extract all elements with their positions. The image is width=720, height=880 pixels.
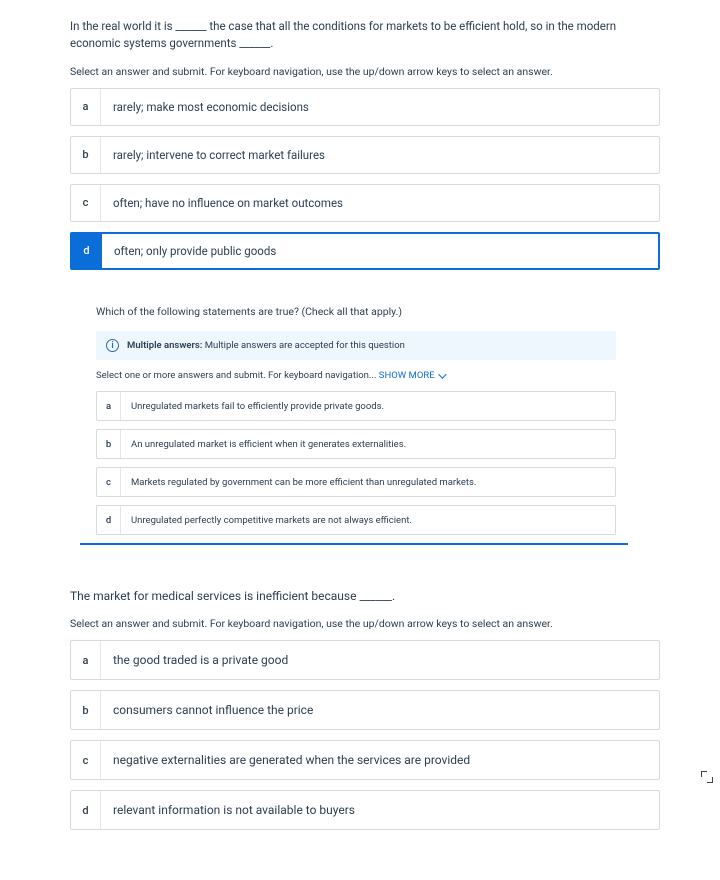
banner-rest: Multiple answers are accepted for this q… (202, 340, 405, 351)
option-a[interactable]: a Unregulated markets fail to efficientl… (96, 391, 616, 421)
option-d[interactable]: d Unregulated perfectly competitive mark… (96, 505, 616, 535)
option-d[interactable]: d often; only provide public goods (70, 232, 660, 270)
option-letter: a (71, 641, 101, 679)
expand-button[interactable] (698, 768, 716, 786)
question-instructions: Select an answer and submit. For keyboar… (70, 617, 660, 630)
question-prompt: In the real world it is ______ the case … (70, 18, 660, 53)
option-text: the good traded is a private good (101, 641, 659, 679)
option-text: often; only provide public goods (102, 234, 658, 268)
option-c[interactable]: c often; have no influence on market out… (70, 184, 660, 222)
question-2: Which of the following statements are tr… (96, 304, 616, 546)
section-divider (80, 543, 628, 545)
option-text: negative externalities are generated whe… (101, 741, 659, 779)
option-b[interactable]: b consumers cannot influence the price (70, 690, 660, 730)
question-prompt: Which of the following statements are tr… (96, 304, 616, 320)
banner-strong: Multiple answers: (127, 340, 202, 351)
option-text: rarely; intervene to correct market fail… (101, 137, 659, 173)
option-c[interactable]: c Markets regulated by government can be… (96, 467, 616, 497)
option-a[interactable]: a rarely; make most economic decisions (70, 88, 660, 126)
expand-icon (702, 772, 712, 782)
option-c[interactable]: c negative externalities are generated w… (70, 740, 660, 780)
option-letter: c (97, 468, 121, 496)
option-letter: a (71, 89, 101, 125)
option-text: Markets regulated by government can be m… (121, 468, 615, 496)
multiple-answers-banner: i Multiple answers: Multiple answers are… (96, 331, 616, 360)
option-text: Unregulated perfectly competitive market… (121, 506, 615, 534)
option-letter: a (97, 392, 121, 420)
option-text: often; have no influence on market outco… (101, 185, 659, 221)
option-d[interactable]: d relevant information is not available … (70, 790, 660, 830)
question-instructions: Select an answer and submit. For keyboar… (70, 65, 660, 78)
option-b[interactable]: b rarely; intervene to correct market fa… (70, 136, 660, 174)
option-text: rarely; make most economic decisions (101, 89, 659, 125)
option-a[interactable]: a the good traded is a private good (70, 640, 660, 680)
option-letter: d (71, 791, 101, 829)
option-letter: d (72, 234, 102, 268)
show-more-link[interactable]: SHOW MORE (379, 370, 444, 381)
question-instructions: Select one or more answers and submit. F… (96, 370, 616, 381)
option-letter: c (71, 185, 101, 221)
option-letter: b (97, 430, 121, 458)
show-more-label: SHOW MORE (379, 370, 435, 381)
option-letter: b (71, 137, 101, 173)
option-text: consumers cannot influence the price (101, 691, 659, 729)
option-letter: c (71, 741, 101, 779)
question-3: The market for medical services is ineff… (70, 587, 660, 830)
question-1: In the real world it is ______ the case … (70, 18, 660, 270)
question-prompt: The market for medical services is ineff… (70, 587, 660, 605)
option-text: Unregulated markets fail to efficiently … (121, 392, 615, 420)
info-icon: i (106, 339, 119, 352)
option-letter: b (71, 691, 101, 729)
option-text: An unregulated market is efficient when … (121, 430, 615, 458)
option-letter: d (97, 506, 121, 534)
chevron-down-icon (438, 370, 446, 378)
instructions-prefix: Select one or more answers and submit. F… (96, 370, 379, 381)
option-text: relevant information is not available to… (101, 791, 659, 829)
banner-text: Multiple answers: Multiple answers are a… (127, 340, 405, 351)
option-b[interactable]: b An unregulated market is efficient whe… (96, 429, 616, 459)
